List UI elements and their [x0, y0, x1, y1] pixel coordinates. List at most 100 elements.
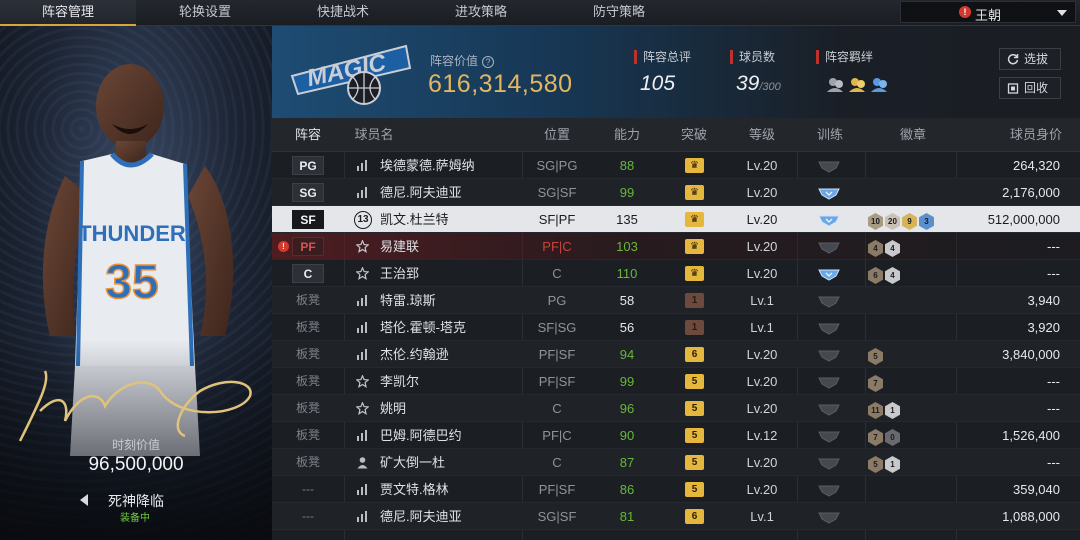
draft-button[interactable]: 选拔 — [999, 48, 1061, 70]
table-row[interactable]: SF 13 凯文.杜兰特 SF|PF 135 ♛ Lv.20 10 20 9 3 512,000,00… — [272, 206, 1080, 233]
lineup-slot-badge[interactable]: SF — [292, 210, 324, 229]
bond-icon-gray[interactable] — [827, 78, 843, 92]
col-header-badges[interactable]: 徽章 — [868, 118, 958, 152]
training-inactive-icon[interactable] — [818, 402, 840, 416]
col-header-name[interactable]: 球员名 — [344, 118, 404, 152]
tab-quick-tactics[interactable]: 快捷战术 — [274, 0, 412, 26]
badge-hex-icon[interactable]: 4 — [868, 240, 883, 257]
badge-hex-icon[interactable]: 3 — [919, 213, 934, 230]
player-name[interactable]: 矿大倒一杜 — [380, 449, 445, 476]
training-active-icon[interactable] — [818, 186, 840, 200]
training-active-icon[interactable] — [818, 267, 840, 281]
col-header-position[interactable]: 位置 — [522, 118, 592, 152]
player-name[interactable]: 特雷.琼斯 — [380, 287, 436, 314]
training-inactive-icon[interactable] — [818, 348, 840, 362]
table-row[interactable]: PG 埃德蒙德.萨姆纳 SG|PG 88 ♛ Lv.20 264,320 — [272, 152, 1080, 179]
badge-list[interactable]: 5 — [868, 346, 885, 365]
col-header-salary[interactable]: 球员身价 — [972, 118, 1062, 152]
badge-list[interactable]: 64 — [868, 265, 902, 284]
badge-hex-icon[interactable]: 1 — [885, 402, 900, 419]
badge-list[interactable]: 70 — [868, 427, 902, 446]
breakthrough-crown-icon[interactable]: 5 — [685, 455, 704, 470]
team-select-dropdown[interactable]: ! 王朝 — [900, 1, 1076, 23]
table-row[interactable]: C 王治郅 C 110 ♛ Lv.20 6 4 --- — [272, 260, 1080, 287]
player-name[interactable]: 德尼.阿夫迪亚 — [380, 503, 462, 530]
table-row[interactable]: 板凳 塔伦.霍顿-塔克 SF|SG 56 1 Lv.1 3,920 — [272, 314, 1080, 341]
breakthrough-crown-icon[interactable]: ♛ — [685, 212, 704, 227]
badge-hex-icon[interactable]: 11 — [868, 402, 883, 419]
col-header-slot[interactable]: 阵容 — [272, 118, 344, 152]
arrow-left-icon[interactable] — [80, 494, 88, 506]
col-header-level[interactable]: 等级 — [730, 118, 794, 152]
player-name[interactable]: 凯文.杜兰特 — [380, 206, 449, 233]
training-inactive-icon[interactable] — [818, 240, 840, 254]
training-inactive-icon[interactable] — [818, 294, 840, 308]
player-name[interactable]: 王治郅 — [380, 260, 419, 287]
player-name[interactable]: 埃德蒙德.萨姆纳 — [380, 152, 475, 179]
badge-list[interactable]: 11 1 — [868, 400, 902, 419]
table-row[interactable]: --- 贾文特.格林 PF|SF 86 5 Lv.20 359,040 — [272, 476, 1080, 503]
player-name[interactable]: 巴姆.阿德巴约 — [380, 422, 462, 449]
training-inactive-icon[interactable] — [818, 159, 840, 173]
badge-hex-icon[interactable]: 7 — [868, 375, 883, 392]
breakthrough-crown-icon[interactable]: 6 — [685, 509, 704, 524]
table-row[interactable]: 板凳 巴姆.阿德巴约 PF|C 90 5 Lv.12 7 0 1,526,400 — [272, 422, 1080, 449]
table-row[interactable]: 板凳 矿大倒一杜 C 87 5 Lv.20 5 1 --- — [272, 449, 1080, 476]
table-row[interactable]: ! PF 易建联 PF|C 103 ♛ Lv.20 4 4 --- — [272, 233, 1080, 260]
breakthrough-crown-icon[interactable]: ♛ — [685, 239, 704, 254]
skill-name[interactable]: 死神降临 — [108, 491, 164, 511]
breakthrough-crown-icon[interactable]: ♛ — [685, 185, 704, 200]
tab-lineup-management[interactable]: 阵容管理 — [0, 0, 136, 26]
player-name[interactable]: 姚明 — [380, 395, 406, 422]
bond-icons[interactable] — [825, 76, 895, 94]
player-name[interactable]: 德尼.阿夫迪亚 — [380, 179, 462, 206]
tab-offense-strategy[interactable]: 进攻策略 — [412, 0, 550, 26]
table-row[interactable]: SG 德尼.阿夫迪亚 SG|SF 99 ♛ Lv.20 2,176,000 — [272, 179, 1080, 206]
training-inactive-icon[interactable] — [818, 321, 840, 335]
badge-hex-icon[interactable]: 4 — [885, 267, 900, 284]
lineup-slot-badge[interactable]: SG — [292, 183, 324, 202]
bond-icon-gold[interactable] — [849, 78, 865, 92]
badge-hex-icon[interactable]: 5 — [868, 456, 883, 473]
badge-hex-icon[interactable]: 9 — [902, 213, 917, 230]
help-icon[interactable]: ? — [482, 56, 495, 68]
badge-hex-icon[interactable]: 10 — [868, 213, 883, 230]
recycle-button[interactable]: 回收 — [999, 77, 1061, 99]
player-name[interactable]: 贾文特.格林 — [380, 476, 449, 503]
lineup-slot-badge[interactable]: PG — [292, 156, 324, 175]
badge-hex-icon[interactable]: 5 — [868, 348, 883, 365]
tab-rotation-settings[interactable]: 轮换设置 — [136, 0, 274, 26]
breakthrough-crown-icon[interactable]: 1 — [685, 320, 704, 335]
table-row[interactable]: 板凳 李凯尔 PF|SF 99 5 Lv.20 7 --- — [272, 368, 1080, 395]
player-card[interactable]: THUNDER 35 时刻价值 96,500,000 死神降临 装备中 — [0, 26, 272, 540]
player-name[interactable]: 杰伦.约翰逊 — [380, 341, 449, 368]
breakthrough-crown-icon[interactable]: 5 — [685, 374, 704, 389]
training-inactive-icon[interactable] — [818, 375, 840, 389]
breakthrough-crown-icon[interactable]: 6 — [685, 347, 704, 362]
lineup-slot-badge[interactable]: C — [292, 264, 324, 283]
breakthrough-crown-icon[interactable]: 5 — [685, 401, 704, 416]
badge-list[interactable]: 44 — [868, 238, 902, 257]
breakthrough-crown-icon[interactable]: 5 — [685, 428, 704, 443]
player-name[interactable]: 塔伦.霍顿-塔克 — [380, 314, 466, 341]
badge-hex-icon[interactable]: 4 — [885, 240, 900, 257]
lineup-slot-badge[interactable]: PF — [292, 237, 324, 256]
table-row[interactable]: 板凳 姚明 C 96 5 Lv.20 11 1 --- — [272, 395, 1080, 422]
tab-defense-strategy[interactable]: 防守策略 — [550, 0, 688, 26]
badge-hex-icon[interactable]: 0 — [885, 429, 900, 446]
badge-hex-icon[interactable]: 1 — [885, 456, 900, 473]
col-header-training[interactable]: 训练 — [798, 118, 862, 152]
player-name[interactable]: 李凯尔 — [380, 368, 419, 395]
player-name[interactable]: 易建联 — [380, 233, 419, 260]
training-active-icon[interactable] — [818, 213, 840, 227]
bond-icon-blue[interactable] — [871, 78, 887, 92]
table-row[interactable]: 板凳 杰伦.约翰逊 PF|SF 94 6 Lv.20 5 3,840,000 — [272, 341, 1080, 368]
breakthrough-crown-icon[interactable]: ♛ — [685, 158, 704, 173]
badge-hex-icon[interactable]: 20 — [885, 213, 900, 230]
badge-list[interactable]: 10 20 9 3 — [868, 211, 936, 230]
breakthrough-crown-icon[interactable]: 1 — [685, 293, 704, 308]
badge-list[interactable]: 51 — [868, 454, 902, 473]
breakthrough-crown-icon[interactable]: 5 — [685, 482, 704, 497]
training-inactive-icon[interactable] — [818, 510, 840, 524]
badge-hex-icon[interactable]: 6 — [868, 267, 883, 284]
